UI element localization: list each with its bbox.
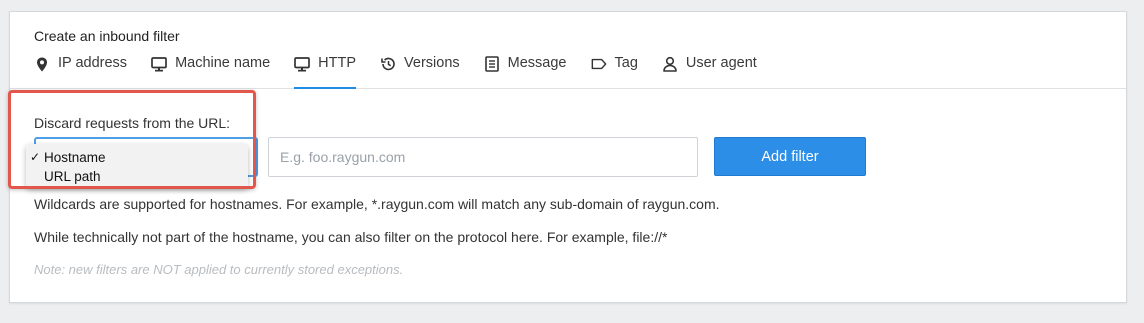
tab-label: IP address xyxy=(58,55,128,71)
tab-user-agent[interactable]: User agent xyxy=(662,54,757,89)
tab-ip-address[interactable]: IP address xyxy=(34,54,127,89)
option-label: Hostname xyxy=(44,150,106,165)
tab-message[interactable]: Message xyxy=(484,54,567,89)
panel-title: Create an inbound filter xyxy=(34,28,180,44)
tab-machine-name[interactable]: Machine name xyxy=(151,54,270,89)
tab-versions[interactable]: Versions xyxy=(380,54,460,89)
wildcards-help-text: Wildcards are supported for hostnames. F… xyxy=(34,196,720,212)
tab-label: Message xyxy=(507,55,567,71)
add-filter-button[interactable]: Add filter xyxy=(714,137,866,176)
tab-label: HTTP xyxy=(318,55,357,71)
inbound-filter-panel: Create an inbound filter IP address Mach… xyxy=(9,11,1127,303)
stored-exceptions-note: Note: new filters are NOT applied to cur… xyxy=(34,262,404,277)
tab-label: Machine name xyxy=(175,55,271,71)
filter-type-tabs: IP address Machine name HTTP Versions Me… xyxy=(34,54,781,89)
url-filter-label: Discard requests from the URL: xyxy=(34,115,231,131)
tab-label: Versions xyxy=(404,55,460,71)
dropdown-option-hostname[interactable]: ✓ Hostname xyxy=(26,148,248,167)
protocol-help-text: While technically not part of the hostna… xyxy=(34,229,668,245)
tab-tag[interactable]: Tag xyxy=(591,54,638,89)
document-icon xyxy=(484,56,500,72)
tab-label: Tag xyxy=(614,55,638,71)
url-input[interactable] xyxy=(268,137,698,177)
tab-label: User agent xyxy=(685,55,757,71)
monitor-icon xyxy=(294,56,311,72)
map-pin-icon xyxy=(34,56,50,72)
option-label: URL path xyxy=(44,169,101,184)
user-icon xyxy=(662,56,678,72)
monitor-icon xyxy=(151,56,167,72)
check-icon: ✓ xyxy=(30,150,41,164)
tag-icon xyxy=(591,56,607,72)
panel-header: Create an inbound filter IP address Mach… xyxy=(10,12,1126,89)
dropdown-option-url-path[interactable]: URL path xyxy=(26,167,248,186)
history-icon xyxy=(380,56,396,72)
tab-http[interactable]: HTTP xyxy=(294,54,356,89)
filter-type-dropdown: ✓ Hostname URL path xyxy=(26,144,248,188)
